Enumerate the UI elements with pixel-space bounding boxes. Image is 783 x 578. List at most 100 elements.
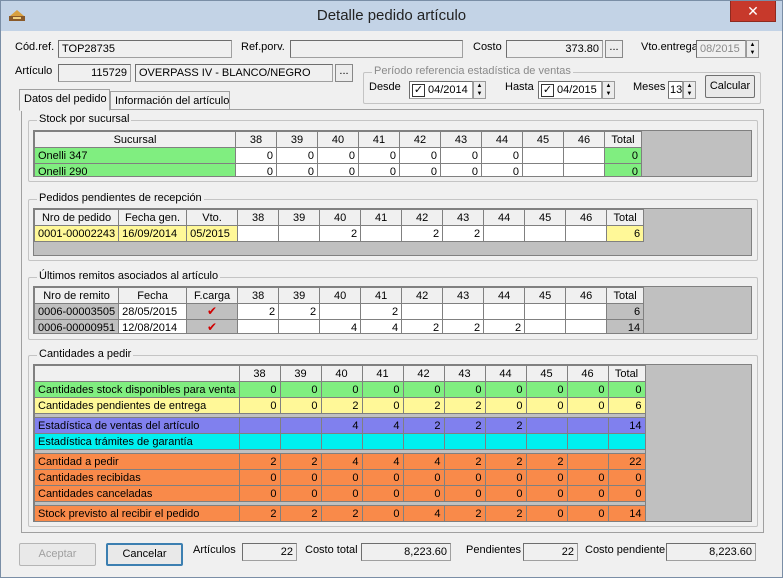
spin-up-icon[interactable]: ▲ xyxy=(474,82,485,90)
size-cell[interactable]: 0 xyxy=(566,485,609,502)
size-cell[interactable] xyxy=(483,225,526,242)
size-cell[interactable] xyxy=(565,319,608,333)
size-cell[interactable]: 4 xyxy=(320,417,363,434)
calcular-button[interactable]: Calcular xyxy=(705,75,755,98)
fecha-gen-cell[interactable]: 16/09/2014 xyxy=(118,225,188,242)
size-cell[interactable] xyxy=(319,303,362,320)
size-cell[interactable]: 0 xyxy=(525,397,568,414)
concepto-cell[interactable]: Stock previsto al recibir el pedido xyxy=(34,505,240,521)
size-cell[interactable] xyxy=(361,433,404,450)
size-cell[interactable]: 0 xyxy=(320,381,363,398)
size-cell[interactable]: 4 xyxy=(361,417,404,434)
concepto-cell[interactable]: Cantidades canceladas xyxy=(34,485,240,502)
table-row[interactable]: Estadística de ventas del artículo 4 4 2 2 2 1… xyxy=(34,417,646,434)
size-cell[interactable]: 0 xyxy=(361,381,404,398)
close-button[interactable]: ✕ xyxy=(730,1,776,22)
size-cell[interactable]: 0 xyxy=(440,163,482,176)
size-cell[interactable]: 2 xyxy=(237,303,280,320)
size-cell[interactable]: 2 xyxy=(402,417,445,434)
size-cell[interactable]: 0 xyxy=(566,397,609,414)
cantidades-grid[interactable]: 38 39 40 41 42 43 44 45 46 Total Cantidades stock … xyxy=(33,364,752,522)
size-cell[interactable] xyxy=(563,163,605,176)
size-cell[interactable]: 0 xyxy=(525,469,568,486)
size-cell[interactable] xyxy=(484,433,527,450)
size-cell[interactable]: 4 xyxy=(320,453,363,470)
size-cell[interactable] xyxy=(279,433,322,450)
size-cell[interactable] xyxy=(563,147,605,164)
size-cell[interactable] xyxy=(442,303,485,320)
size-cell[interactable]: 0 xyxy=(440,147,482,164)
size-cell[interactable]: 2 xyxy=(320,397,363,414)
concepto-cell[interactable]: Estadística trámites de garantía xyxy=(34,433,240,450)
cancelar-button[interactable]: Cancelar xyxy=(106,543,183,566)
total-cell[interactable]: 0 xyxy=(607,469,646,486)
size-cell[interactable] xyxy=(522,147,564,164)
fcarga-cell[interactable]: ✔ xyxy=(186,319,239,333)
size-cell[interactable] xyxy=(237,319,280,333)
size-cell[interactable]: 0 xyxy=(320,485,363,502)
desde-checkbox[interactable]: ✓ xyxy=(412,84,425,97)
size-cell[interactable]: 2 xyxy=(443,453,486,470)
remitos-grid[interactable]: Nro de remito Fecha F.carga 38 39 40 41 42 43 44 4… xyxy=(33,286,752,334)
size-cell[interactable]: 2 xyxy=(278,303,321,320)
size-cell[interactable]: 4 xyxy=(361,453,404,470)
total-cell[interactable]: 0 xyxy=(604,163,642,176)
table-row[interactable]: 0001-00002243 16/09/2014 05/2015 2 2 2 6 xyxy=(34,225,645,242)
size-cell[interactable] xyxy=(443,433,486,450)
size-cell[interactable]: 4 xyxy=(360,319,403,333)
nro-remito-cell[interactable]: 0006-00003505 xyxy=(34,303,120,320)
size-cell[interactable]: 0 xyxy=(361,505,404,521)
size-cell[interactable]: 0 xyxy=(399,147,441,164)
size-cell[interactable] xyxy=(522,163,564,176)
size-cell[interactable]: 2 xyxy=(401,225,444,242)
size-cell[interactable]: 0 xyxy=(484,397,527,414)
size-cell[interactable]: 0 xyxy=(484,485,527,502)
size-cell[interactable]: 0 xyxy=(317,163,359,176)
table-row[interactable]: Cantidades recibidas 0 0 0 0 0 0 0 0 0 0 xyxy=(34,469,646,486)
size-cell[interactable]: 0 xyxy=(238,397,281,414)
total-cell[interactable]: 0 xyxy=(607,485,646,502)
size-cell[interactable]: 0 xyxy=(481,147,523,164)
size-cell[interactable]: 0 xyxy=(525,505,568,521)
size-cell[interactable]: 0 xyxy=(399,163,441,176)
size-cell[interactable]: 2 xyxy=(483,319,526,333)
size-cell[interactable]: 2 xyxy=(319,225,362,242)
pedidos-grid[interactable]: Nro de pedido Fecha gen. Vto. 38 39 40 41 42 43 4… xyxy=(33,208,752,256)
size-cell[interactable]: 2 xyxy=(443,417,486,434)
fcarga-cell[interactable]: ✔ xyxy=(186,303,239,320)
total-cell[interactable]: 0 xyxy=(607,381,646,398)
size-cell[interactable]: 0 xyxy=(481,163,523,176)
size-cell[interactable]: 0 xyxy=(276,147,318,164)
size-cell[interactable] xyxy=(525,417,568,434)
costo-field[interactable]: 373.80 xyxy=(506,40,603,58)
size-cell[interactable] xyxy=(483,303,526,320)
total-cell[interactable]: 0 xyxy=(604,147,642,164)
spin-down-icon[interactable]: ▼ xyxy=(603,90,614,98)
concepto-cell[interactable]: Cantidad a pedir xyxy=(34,453,240,470)
size-cell[interactable]: 0 xyxy=(238,381,281,398)
size-cell[interactable]: 0 xyxy=(320,469,363,486)
total-cell[interactable]: 6 xyxy=(606,225,645,242)
aceptar-button[interactable]: Aceptar xyxy=(19,543,96,566)
hasta-spinner[interactable]: ▲ ▼ xyxy=(602,81,615,99)
size-cell[interactable]: 2 xyxy=(484,453,527,470)
table-row[interactable]: 0006-00000951 12/08/2014 ✔ 4 4 2 2 2 14 xyxy=(34,319,645,333)
nro-pedido-cell[interactable]: 0001-00002243 xyxy=(34,225,120,242)
fecha-cell[interactable]: 12/08/2014 xyxy=(118,319,188,333)
size-cell[interactable]: 0 xyxy=(235,163,277,176)
articulo-code-field[interactable]: 115729 xyxy=(58,64,131,82)
size-cell[interactable]: 0 xyxy=(235,147,277,164)
desde-spinner[interactable]: ▲ ▼ xyxy=(473,81,486,99)
size-cell[interactable]: 0 xyxy=(484,381,527,398)
size-cell[interactable] xyxy=(320,433,363,450)
size-cell[interactable]: 2 xyxy=(484,505,527,521)
size-cell[interactable] xyxy=(566,433,609,450)
stock-grid[interactable]: Sucursal 38 39 40 41 42 43 44 45 46 Total Onelli 34… xyxy=(33,130,752,177)
size-cell[interactable] xyxy=(238,433,281,450)
total-cell[interactable]: 14 xyxy=(606,319,645,333)
size-cell[interactable]: 2 xyxy=(442,319,485,333)
table-row[interactable]: Cantidades canceladas 0 0 0 0 0 0 0 0 0 0 xyxy=(34,485,646,502)
size-cell[interactable]: 0 xyxy=(361,397,404,414)
size-cell[interactable]: 0 xyxy=(361,485,404,502)
size-cell[interactable] xyxy=(360,225,403,242)
